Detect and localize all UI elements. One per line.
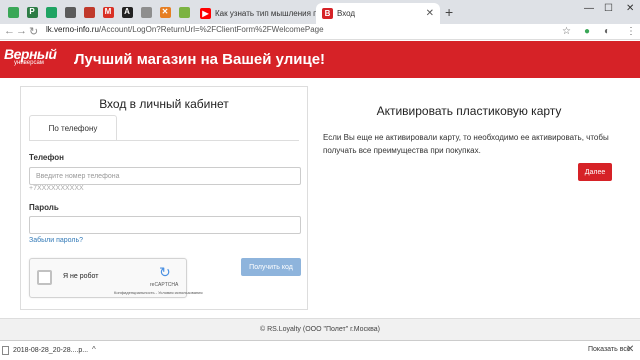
browser-tab-strip: P M A ✕ ▶ Как узнать тип мышления по л В Вх… <box>0 0 640 24</box>
file-icon <box>2 346 9 355</box>
verny-favicon-icon: В <box>322 8 333 19</box>
back-icon[interactable]: ← <box>4 25 15 37</box>
recaptcha-brand: reCAPTCHA <box>150 282 179 288</box>
url-path: /Account/LogOn?ReturnUrl=%2FClientForm%2… <box>98 25 324 34</box>
green-doc-icon <box>7 6 19 18</box>
pinned-tab[interactable]: M <box>99 3 117 21</box>
browser-toolbar: ← → ↻ lk.verno-info.ru/Account/LogOn?Ret… <box>0 24 640 40</box>
minimize-icon[interactable]: — <box>584 3 594 14</box>
pinned-tab[interactable] <box>137 3 155 21</box>
phone-label: Телефон <box>29 153 64 162</box>
site-footer: © RS.Loyalty (ООО "Полет" г.Москва) <box>0 318 640 340</box>
pinned-tab[interactable]: P <box>23 3 41 21</box>
image-icon <box>140 6 152 18</box>
pinned-tab[interactable] <box>4 3 22 21</box>
reload-icon[interactable]: ↻ <box>29 25 38 38</box>
brain-icon <box>64 6 76 18</box>
download-bar: 2018-08-28_20-28....p... ^ Показать все … <box>0 340 640 360</box>
close-downloads-icon[interactable]: ✕ <box>626 344 634 355</box>
tab-login[interactable]: В Вход ✕ <box>316 3 440 24</box>
activate-text: Если Вы еще не активировали карту, то не… <box>323 133 609 155</box>
site-header: Верный универсам Лучший магазин на Вашей… <box>0 41 640 78</box>
tab-divider <box>29 140 299 141</box>
logo[interactable]: Верный универсам <box>4 46 57 66</box>
red-box-icon <box>83 6 95 18</box>
parking-icon: P <box>26 6 38 18</box>
activate-title: Активировать пластиковую карту <box>376 104 562 118</box>
recaptcha-terms-link[interactable]: Конфиденциальность - Условия использован… <box>114 290 203 295</box>
phone-hint: +7XXXXXXXXXX <box>29 185 84 192</box>
url-host: lk.verno-info.ru <box>46 25 99 34</box>
recaptcha-widget: Я не робот ↻ reCAPTCHA Конфиденциальност… <box>29 258 203 298</box>
download-file-name: 2018-08-28_20-28....p... <box>13 347 89 354</box>
puzzle-icon <box>178 6 190 18</box>
star-icon[interactable]: ☆ <box>562 26 571 37</box>
password-input[interactable] <box>29 216 301 234</box>
extension-icon[interactable]: ● <box>584 26 590 37</box>
next-button[interactable]: Далее <box>578 163 612 181</box>
pinned-tab[interactable]: A <box>118 3 136 21</box>
close-window-icon[interactable]: ✕ <box>626 3 634 14</box>
profile-icon[interactable]: ◐ <box>604 26 610 37</box>
slogan: Лучший магазин на Вашей улице! <box>74 51 326 68</box>
letter-a-icon: A <box>121 6 133 18</box>
login-title: Вход в личный кабинет <box>99 97 229 111</box>
chevron-up-icon[interactable]: ^ <box>92 345 96 354</box>
phone-input[interactable] <box>29 167 301 185</box>
pinned-tab[interactable]: ✕ <box>156 3 174 21</box>
youtube-icon: ▶ <box>200 8 211 19</box>
forgot-password-link[interactable]: Забыли пароль? <box>29 237 83 244</box>
login-card: Вход в личный кабинет По телефону Телефо… <box>20 86 308 310</box>
x-icon: ✕ <box>159 6 171 18</box>
download-item[interactable]: 2018-08-28_20-28....p... <box>2 346 88 355</box>
address-bar[interactable]: lk.verno-info.ru/Account/LogOn?ReturnUrl… <box>46 25 324 34</box>
pinned-tab[interactable] <box>175 3 193 21</box>
tab-title: Вход <box>337 9 356 18</box>
maximize-icon[interactable]: ☐ <box>604 3 613 14</box>
new-tab-icon[interactable]: + <box>445 4 453 20</box>
show-all-downloads-button[interactable]: Показать все <box>588 346 631 353</box>
gmail-icon: M <box>102 6 114 18</box>
menu-icon[interactable]: ⋮ <box>626 26 636 37</box>
recaptcha-checkbox[interactable] <box>37 270 52 285</box>
password-label: Пароль <box>29 203 59 212</box>
recaptcha-label: Я не робот <box>63 273 99 280</box>
pinned-tab[interactable] <box>80 3 98 21</box>
green-square-icon <box>45 6 57 18</box>
recaptcha-logo-icon: ↻ <box>159 264 171 280</box>
close-tab-icon[interactable]: ✕ <box>426 8 434 19</box>
forward-icon[interactable]: → <box>16 25 27 37</box>
tab-phone-login[interactable]: По телефону <box>29 115 117 141</box>
pinned-tab[interactable] <box>61 3 79 21</box>
pinned-tab[interactable] <box>42 3 60 21</box>
get-code-button[interactable]: Получить код <box>241 258 301 276</box>
